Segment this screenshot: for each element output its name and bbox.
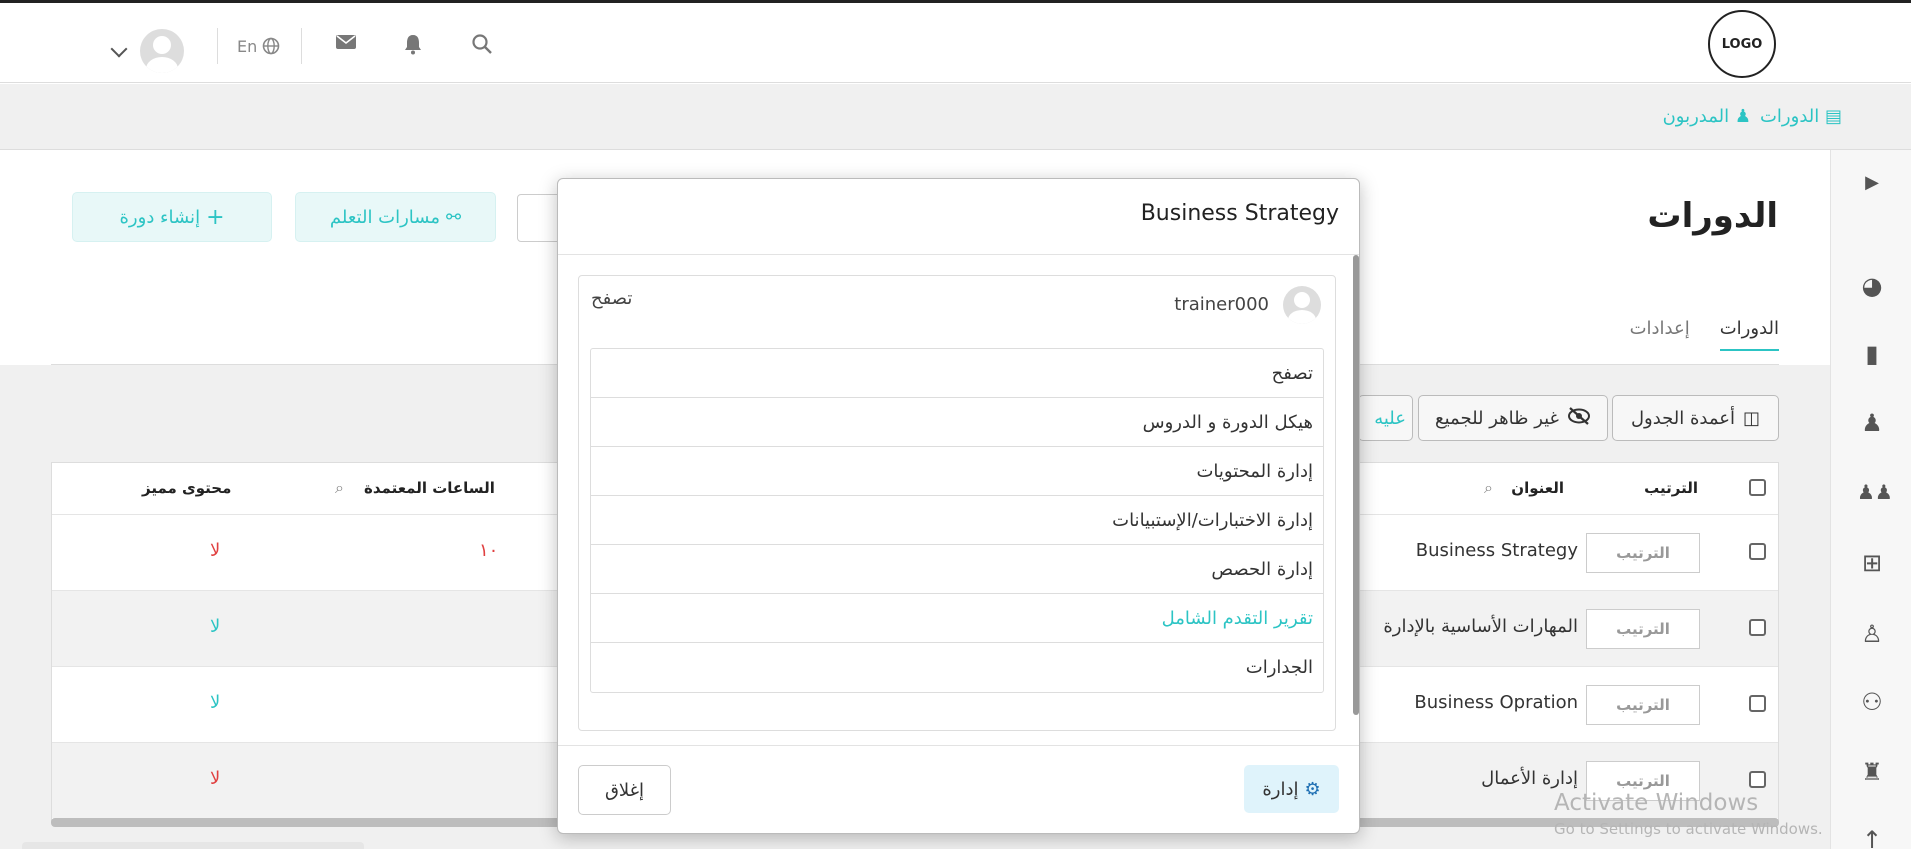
menu-item-browse[interactable]: تصفح xyxy=(591,349,1323,398)
select-all-checkbox[interactable] xyxy=(1749,479,1766,496)
agent-icon[interactable]: ♜ xyxy=(1857,758,1887,786)
side-rail: ▶ ◕ ▮ ♟ ♟♟ ⊞ ♙ ⚇ ♜ ↑ xyxy=(1830,150,1911,849)
manage-button[interactable]: ⚙ إدارة xyxy=(1244,765,1339,813)
grid-icon[interactable]: ⊞ xyxy=(1857,549,1887,577)
mail-icon[interactable] xyxy=(335,33,357,56)
globe-icon xyxy=(263,37,280,55)
bottom-panel-handle[interactable] xyxy=(22,842,364,849)
divider xyxy=(558,254,1359,255)
row-checkbox[interactable] xyxy=(1749,543,1766,560)
up-arrow-icon[interactable]: ↑ xyxy=(1857,826,1887,849)
row-checkbox[interactable] xyxy=(1749,619,1766,636)
plus-icon: + xyxy=(206,204,225,230)
course-title[interactable]: Business Strategy xyxy=(1416,540,1578,561)
trainer-avatar xyxy=(1283,286,1321,324)
tab-settings[interactable]: إعدادات xyxy=(1630,318,1690,351)
user-badge-icon[interactable]: ♙ xyxy=(1857,620,1887,648)
course-modal: Business Strategy trainer000 تصفح تصفح ه… xyxy=(557,178,1360,834)
course-title[interactable]: Business Opration xyxy=(1414,692,1578,713)
book-icon[interactable]: ▮ xyxy=(1857,340,1887,368)
watermark-title: Activate Windows xyxy=(1554,790,1759,816)
close-button[interactable]: إغلاق xyxy=(578,765,671,815)
create-course-button[interactable]: + إنشاء دورة xyxy=(72,192,272,242)
search-icon[interactable] xyxy=(471,33,493,60)
trainer-name[interactable]: trainer000 xyxy=(1174,294,1269,315)
book-icon: ▤ xyxy=(1824,106,1842,127)
divider xyxy=(558,745,1359,746)
order-input[interactable]: الترتيب xyxy=(1586,533,1700,573)
browse-label[interactable]: تصفح xyxy=(591,288,632,309)
top-header: LOGO En xyxy=(0,3,1911,83)
page-title: الدورات xyxy=(1647,196,1778,236)
course-actions-menu: تصفح هيكل الدورة و الدروس إدارة المحتويا… xyxy=(590,348,1324,693)
featured-value: لا xyxy=(210,692,221,713)
activation-watermark: Activate Windows Go to Settings to activ… xyxy=(1554,790,1823,838)
route-icon: ⚯ xyxy=(446,206,462,228)
header-order[interactable]: الترتيب xyxy=(1644,479,1698,497)
avatar[interactable] xyxy=(140,29,184,73)
menu-item-sessions[interactable]: إدارة الحصص xyxy=(591,545,1323,594)
modal-scrollbar[interactable] xyxy=(1353,255,1359,715)
gear-icon: ⚙ xyxy=(1304,778,1321,800)
header-divider xyxy=(217,28,218,64)
featured-value: لا xyxy=(210,768,221,789)
header-divider xyxy=(301,28,302,64)
language-label: En xyxy=(237,37,258,56)
menu-item-competencies[interactable]: الجدارات xyxy=(591,643,1323,692)
partial-action-button[interactable]: عليه xyxy=(1358,395,1413,441)
tab-bar: الدورات إعدادات xyxy=(1630,318,1779,351)
row-checkbox[interactable] xyxy=(1749,771,1766,788)
sub-navigation: ▤ الدورات ♟ المدربون xyxy=(0,84,1911,150)
featured-value: لا xyxy=(210,540,221,561)
learning-paths-button[interactable]: ⚯ مسارات التعلم xyxy=(295,192,496,242)
expand-icon[interactable]: ▶ xyxy=(1857,172,1887,193)
modal-title: Business Strategy xyxy=(1140,201,1339,226)
menu-item-structure[interactable]: هيكل الدورة و الدروس xyxy=(591,398,1323,447)
columns-icon: ◫ xyxy=(1743,407,1761,429)
order-input[interactable]: الترتيب xyxy=(1586,685,1700,725)
course-card: trainer000 تصفح تصفح هيكل الدورة و الدرو… xyxy=(578,275,1336,731)
header-title[interactable]: العنوان xyxy=(1511,479,1564,497)
logo[interactable]: LOGO xyxy=(1708,10,1776,78)
eye-slash-icon xyxy=(1567,406,1591,430)
person-icon[interactable]: ♟ xyxy=(1857,409,1887,437)
search-icon[interactable]: ⌕ xyxy=(1484,478,1493,498)
users-icon[interactable]: ♟♟ xyxy=(1857,480,1893,504)
subnav-courses[interactable]: ▤ الدورات xyxy=(1760,106,1842,127)
menu-item-quizzes[interactable]: إدارة الاختبارات/الإستبيانات xyxy=(591,496,1323,545)
bell-icon[interactable] xyxy=(403,33,423,60)
dashboard-icon[interactable]: ◕ xyxy=(1857,272,1887,300)
subnav-trainers[interactable]: ♟ المدربون xyxy=(1663,106,1751,127)
header-featured[interactable]: محتوى مميز xyxy=(142,479,231,497)
row-checkbox[interactable] xyxy=(1749,695,1766,712)
tab-courses[interactable]: الدورات xyxy=(1719,318,1779,351)
table-columns-button[interactable]: ◫ أعمدة الجدول xyxy=(1612,395,1779,441)
hierarchy-icon[interactable]: ⚇ xyxy=(1857,688,1887,716)
course-title[interactable]: إدارة الأعمال xyxy=(1481,768,1578,789)
menu-item-progress-report[interactable]: تقرير التقدم الشامل xyxy=(591,594,1323,643)
language-switcher[interactable]: En xyxy=(237,37,280,56)
chevron-down-icon[interactable] xyxy=(110,40,128,58)
credit-hours-value: ١٠ xyxy=(479,540,499,561)
featured-value: لا xyxy=(210,616,221,637)
watermark-subtitle: Go to Settings to activate Windows. xyxy=(1554,820,1823,838)
hidden-for-all-button[interactable]: غير ظاهر للجميع xyxy=(1418,395,1608,441)
search-icon[interactable]: ⌕ xyxy=(335,478,344,498)
person-icon: ♟ xyxy=(1734,106,1751,127)
course-title[interactable]: المهارات الأساسية بالإدارة xyxy=(1383,616,1578,637)
order-input[interactable]: الترتيب xyxy=(1586,609,1700,649)
header-credit-hours[interactable]: الساعات المعتمدة xyxy=(364,479,495,497)
menu-item-contents[interactable]: إدارة المحتويات xyxy=(591,447,1323,496)
